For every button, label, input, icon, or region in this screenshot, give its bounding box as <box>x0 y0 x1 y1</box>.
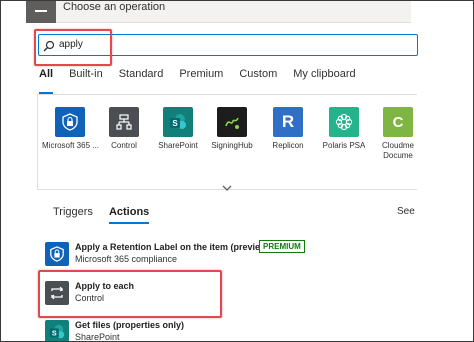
connector-control[interactable]: Control <box>96 107 152 151</box>
connector-polaris-psa[interactable]: Polaris PSA <box>316 107 372 151</box>
operation-header-title: Choose an operation <box>63 1 166 13</box>
tab-custom[interactable]: Custom <box>239 68 277 88</box>
action-subtitle: SharePoint <box>75 332 120 342</box>
replicon-icon: R <box>273 107 303 137</box>
chevron-down-icon <box>222 185 232 191</box>
tab-all[interactable]: All <box>39 68 54 94</box>
action-item-get-files[interactable]: S Get files (properties only) SharePoint <box>45 318 415 342</box>
connector-label: Control <box>111 141 137 150</box>
polaris-icon <box>329 107 359 137</box>
premium-badge: PREMIUM <box>259 240 305 253</box>
signinghub-icon <box>217 107 247 137</box>
tab-standard[interactable]: Standard <box>119 68 164 88</box>
connector-signinghub[interactable]: SigningHub <box>204 107 260 151</box>
connector-label: SharePoint <box>158 141 198 150</box>
connector-list: Microsoft 365 ... Control S SharePoint S… <box>37 94 417 190</box>
search-highlight-box <box>34 29 112 66</box>
apply-to-each-highlight-box <box>38 270 222 318</box>
connector-label: Cloudme <box>381 141 414 150</box>
connector-label: Microsoft 365 ... <box>42 141 99 150</box>
svg-text:S: S <box>52 329 57 338</box>
connector-label: SigningHub <box>211 141 253 150</box>
tab-premium[interactable]: Premium <box>179 68 223 88</box>
operation-header: Choose an operation <box>26 1 411 23</box>
action-title: Apply a Retention Label on the item (pre… <box>75 242 271 252</box>
connector-label: Docume <box>383 151 413 160</box>
connector-cloudme[interactable]: C Cloudme Docume <box>370 107 417 161</box>
action-item-apply-retention-label[interactable]: Apply a Retention Label on the item (pre… <box>45 240 415 270</box>
connector-label: Polaris PSA <box>322 141 366 150</box>
tab-built-in[interactable]: Built-in <box>69 68 103 88</box>
shield-lock-icon <box>55 107 85 137</box>
sharepoint-icon: S <box>45 320 69 341</box>
sharepoint-icon: S <box>163 107 193 137</box>
filter-tabs: All Built-in Standard Premium Custom My … <box>39 68 372 94</box>
cloudme-icon: C <box>383 107 413 137</box>
connector-microsoft-365[interactable]: Microsoft 365 ... <box>42 107 99 151</box>
operation-header-icon <box>26 1 56 23</box>
svg-text:S: S <box>172 119 178 128</box>
expand-connectors[interactable] <box>37 179 417 191</box>
connector-sharepoint[interactable]: S SharePoint <box>150 107 206 151</box>
see-more-link[interactable]: See <box>397 206 415 217</box>
connector-label: Replicon <box>272 141 304 150</box>
control-flow-icon <box>109 107 139 137</box>
action-title: Get files (properties only) <box>75 320 185 330</box>
tab-my-clipboard[interactable]: My clipboard <box>293 68 355 88</box>
tab-triggers[interactable]: Triggers <box>53 206 93 218</box>
tab-actions[interactable]: Actions <box>108 206 150 224</box>
action-subtitle: Microsoft 365 compliance <box>75 254 178 264</box>
connector-replicon[interactable]: R Replicon <box>260 107 316 151</box>
operation-picker: Choose an operation apply All Built-in S… <box>0 0 474 342</box>
shield-lock-icon <box>45 242 69 266</box>
trigger-action-tabs: Triggers Actions <box>53 206 165 224</box>
